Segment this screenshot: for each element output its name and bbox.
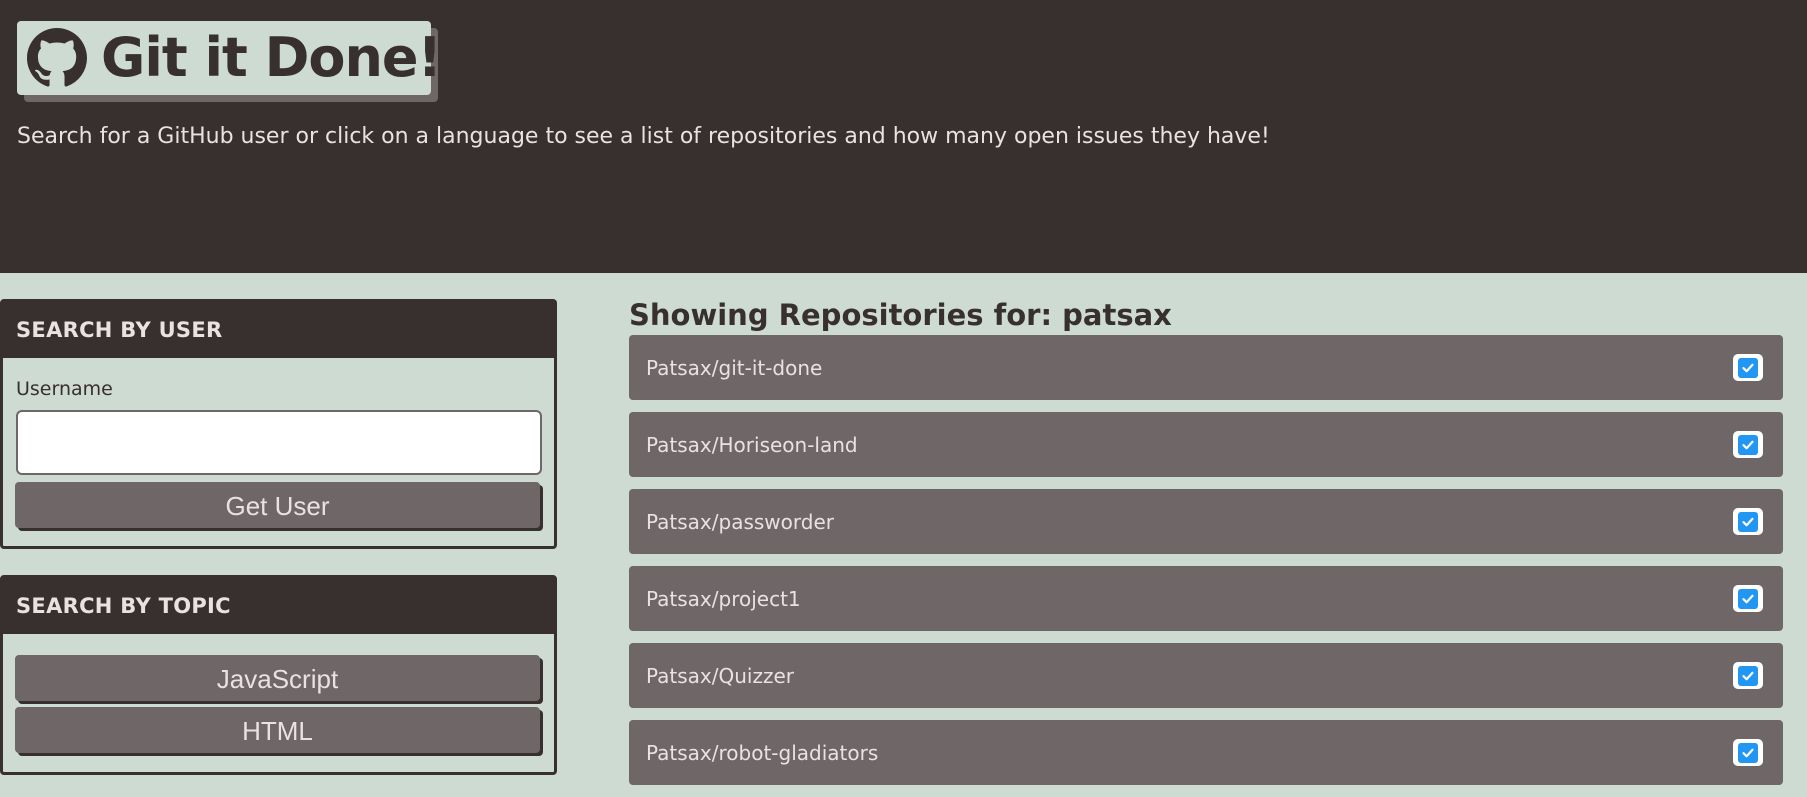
- repo-item[interactable]: Patsax/robot-gladiators: [629, 720, 1783, 785]
- search-user-panel: SEARCH BY USER Username Get User: [0, 299, 557, 549]
- repo-name: Patsax/project1: [646, 586, 801, 611]
- logo-badge: Git it Done!: [17, 21, 442, 95]
- search-topic-panel: SEARCH BY TOPIC JavaScript HTML: [0, 575, 557, 775]
- hero-header: Git it Done! Search for a GitHub user or…: [0, 0, 1807, 273]
- page-subtitle: Search for a GitHub user or click on a l…: [17, 124, 1270, 149]
- repo-heading: Showing Repositories for: patsax: [629, 298, 1172, 332]
- check-square-icon: [1733, 431, 1763, 458]
- search-topic-title: SEARCH BY TOPIC: [3, 578, 554, 634]
- repo-item[interactable]: Patsax/passworder: [629, 489, 1783, 554]
- check-square-icon: [1733, 739, 1763, 766]
- app-logo: Git it Done!: [17, 21, 442, 102]
- repo-name: Patsax/passworder: [646, 509, 834, 534]
- search-user-title: SEARCH BY USER: [3, 302, 554, 358]
- repo-name: Patsax/robot-gladiators: [646, 740, 879, 765]
- repo-name: Patsax/Horiseon-land: [646, 432, 858, 457]
- app-title: Git it Done!: [101, 26, 442, 89]
- check-square-icon: [1733, 354, 1763, 381]
- check-square-icon: [1733, 508, 1763, 535]
- repo-item[interactable]: Patsax/Quizzer: [629, 643, 1783, 708]
- repo-item[interactable]: Patsax/project1: [629, 566, 1783, 631]
- topic-button-html[interactable]: HTML: [15, 707, 540, 753]
- username-input[interactable]: [16, 410, 542, 475]
- repo-list: Patsax/git-it-done Patsax/Horiseon-land …: [629, 335, 1783, 797]
- check-square-icon: [1733, 662, 1763, 689]
- repo-name: Patsax/git-it-done: [646, 355, 823, 380]
- check-square-icon: [1733, 585, 1763, 612]
- repo-item[interactable]: Patsax/Horiseon-land: [629, 412, 1783, 477]
- topic-button-javascript[interactable]: JavaScript: [15, 655, 540, 701]
- username-label: Username: [16, 378, 113, 400]
- get-user-button[interactable]: Get User: [15, 482, 540, 528]
- repo-item[interactable]: Patsax/git-it-done: [629, 335, 1783, 400]
- repo-name: Patsax/Quizzer: [646, 663, 795, 688]
- github-icon: [27, 28, 87, 88]
